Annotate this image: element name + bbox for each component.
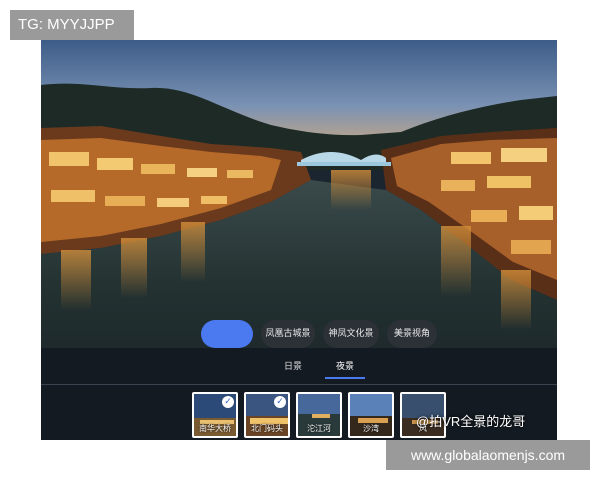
thumbnail-tuojiang-river[interactable]: 沱江河: [296, 392, 342, 438]
tab-active-underline: [325, 377, 365, 379]
panorama-viewer[interactable]: 凤凰古城景 神凤文化景 美景视角 日景 夜景 ✓ 南华大桥 ✓ 北门码头 沱江河: [41, 40, 557, 440]
scene-chip-row: 凤凰古城景 神凤文化景 美景视角: [41, 320, 557, 348]
chip-scenic-angle[interactable]: 美景视角: [387, 320, 437, 348]
thumbnail-label: 北门码头: [251, 424, 283, 433]
thumbnail-label: 沙湾: [363, 424, 379, 433]
tab-night[interactable]: 夜景: [325, 358, 365, 376]
bottom-tag: www.globalaomenjs.com: [386, 440, 590, 470]
check-icon: ✓: [222, 396, 234, 408]
page: TG: MYYJJPP 凤凰古城景 神凤文化景 美景视角 日景 夜景 ✓ 南华大…: [0, 0, 600, 480]
thumbnail-label: 沱江河: [307, 424, 331, 433]
check-icon: ✓: [274, 396, 286, 408]
thumbnail-north-gate-wharf[interactable]: ✓ 北门码头: [244, 392, 290, 438]
thumbnail-label: 南华大桥: [199, 424, 231, 433]
chip-culture-view[interactable]: 神凤文化景: [323, 320, 379, 348]
chip-fenghuang-ancient-town[interactable]: 凤凰古城景: [261, 320, 315, 348]
top-tag: TG: MYYJJPP: [10, 10, 134, 40]
thumbnail-nanhua-bridge[interactable]: ✓ 南华大桥: [192, 392, 238, 438]
watermark: @拍VR全景的龙哥: [416, 414, 526, 429]
tab-day[interactable]: 日景: [273, 358, 313, 376]
chip-selected[interactable]: [201, 320, 253, 348]
thumbnail-shawan[interactable]: 沙湾: [348, 392, 394, 438]
panel-divider: [41, 384, 557, 385]
